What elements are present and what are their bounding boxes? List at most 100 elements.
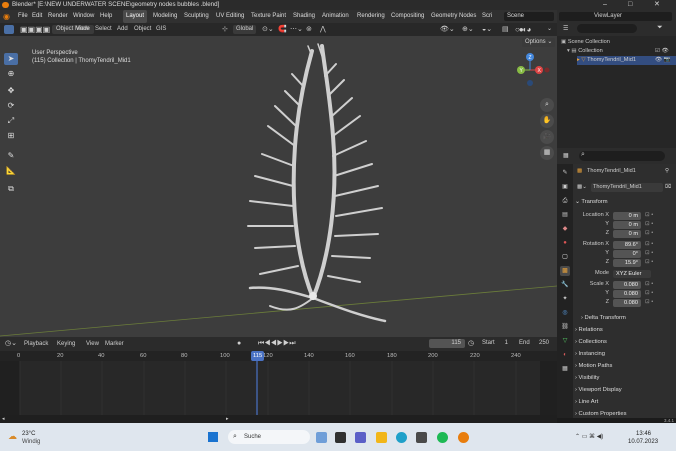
texture-tab-icon[interactable]: ▦ <box>560 364 570 374</box>
rotation-mode-select[interactable]: XYZ Euler <box>613 269 651 278</box>
outliner-search-input[interactable] <box>577 24 637 33</box>
menu-gis[interactable]: GIS <box>156 23 166 36</box>
minimize-button[interactable]: – <box>603 0 607 10</box>
collection-tab-icon[interactable]: ▢ <box>560 252 570 262</box>
line-art-panel[interactable]: › Line Art <box>575 397 673 407</box>
snap-icon[interactable]: 🧲 <box>278 23 287 36</box>
properties-editor-icon[interactable]: ▦ <box>563 152 569 159</box>
particles-tab-icon[interactable]: ✦ <box>560 294 570 304</box>
tab-uv-editing[interactable]: UV Editing <box>213 10 247 23</box>
tab-compositing[interactable]: Compositing <box>388 10 427 23</box>
menu-help[interactable]: Help <box>100 10 112 23</box>
windows-start-icon[interactable] <box>208 432 218 442</box>
menu-marker[interactable]: Marker <box>105 337 124 351</box>
tab-rendering[interactable]: Rendering <box>354 10 388 23</box>
weather-icon[interactable]: ☁ <box>8 431 17 442</box>
menu-timeline-view[interactable]: View <box>86 337 99 351</box>
data-tab-icon[interactable]: ▽ <box>560 336 570 346</box>
select-tool-icon[interactable]: ➤ <box>4 53 18 65</box>
task-view-icon[interactable] <box>335 432 346 443</box>
falloff-icon[interactable]: ⋀ <box>320 23 326 36</box>
file-explorer-icon[interactable] <box>376 432 387 443</box>
outliner-item-collection[interactable]: ▾ ▤ Collection ☑ 👁 <box>567 47 670 56</box>
taskbar-search-input[interactable]: Suche <box>228 430 310 444</box>
scene-selector[interactable]: Scene <box>504 12 554 21</box>
motion-paths-panel[interactable]: › Motion Paths <box>575 361 673 371</box>
zoom-icon[interactable]: ⌕ <box>540 98 554 112</box>
output-tab-icon[interactable]: ⎙ <box>560 196 570 206</box>
bing-icon[interactable] <box>316 432 327 443</box>
menu-select[interactable]: Select <box>95 23 112 36</box>
clock-date[interactable]: 10.07.2023 <box>628 439 658 445</box>
location-y-field[interactable]: 0 m <box>613 220 641 229</box>
menu-render[interactable]: Render <box>48 10 68 23</box>
move-tool-icon[interactable]: ✥ <box>4 85 18 97</box>
instancing-panel[interactable]: › Instancing <box>575 349 673 359</box>
menu-file[interactable]: File <box>18 10 28 23</box>
close-button[interactable]: ✕ <box>654 0 660 10</box>
annotate-tool-icon[interactable]: ✎ <box>4 150 18 162</box>
modifier-tab-icon[interactable]: 🔧 <box>560 280 570 290</box>
measure-tool-icon[interactable]: 📐 <box>4 165 18 177</box>
scale-tool-icon[interactable]: ⤢ <box>4 115 18 127</box>
menu-object[interactable]: Object <box>134 23 151 36</box>
playback-controls[interactable]: ⏮◀◀▶▶⏭ <box>258 337 296 351</box>
outliner-item-scene-collection[interactable]: ▣ Scene Collection <box>561 38 664 47</box>
outliner-item-object[interactable]: ▸ ▽ ThomyTendril_Mid1 👁 📷 <box>577 56 676 65</box>
selection-mode-icons[interactable]: ▣▣▣▣ <box>20 23 50 36</box>
overlay-toggle-icon[interactable]: ◒⌄ <box>482 23 492 36</box>
visibility-icon[interactable]: 👁⌄ <box>440 23 455 36</box>
playhead-label[interactable]: 115 <box>251 351 265 361</box>
physics-tab-icon[interactable]: ◎ <box>560 308 570 318</box>
filter-icon[interactable]: ⏷ <box>657 24 663 32</box>
object-name[interactable]: ThomyTendril_Mid1 <box>587 167 636 176</box>
scroll-left-handle[interactable]: ◂ <box>2 416 5 422</box>
cursor-tool-icon[interactable]: ⊕ <box>4 68 18 80</box>
rotate-tool-icon[interactable]: ⟳ <box>4 100 18 112</box>
edge-icon[interactable] <box>396 432 407 443</box>
ortho-grid-icon[interactable]: ▦ <box>540 146 554 160</box>
delta-transform-panel[interactable]: › Delta Transform <box>581 313 676 323</box>
add-cube-tool-icon[interactable]: ⧉ <box>4 183 18 195</box>
pan-hand-icon[interactable]: ✋ <box>540 114 554 128</box>
scale-y-field[interactable]: 0.080 <box>613 289 641 298</box>
object-tab-icon[interactable]: ▩ <box>560 266 570 276</box>
maximize-button[interactable]: □ <box>628 0 632 10</box>
scale-x-field[interactable]: 0.080 <box>613 280 641 289</box>
menu-window[interactable]: Window <box>73 10 94 23</box>
tab-scripting[interactable]: Scri <box>479 10 495 23</box>
current-frame-field[interactable]: 115 <box>429 339 465 348</box>
rotation-x-field[interactable]: 89.6° <box>613 240 641 249</box>
view-layer-tab-icon[interactable]: ▤ <box>560 210 570 220</box>
object-datablock-field[interactable]: ThomyTendril_Mid1 <box>591 183 663 192</box>
menu-keying[interactable]: Keying <box>57 337 75 351</box>
relations-panel[interactable]: › Relations <box>575 325 673 335</box>
shading-mode-icons[interactable]: ○●◐◕ <box>515 23 531 36</box>
tab-shading[interactable]: Shading <box>290 10 318 23</box>
viewport-display-panel[interactable]: › Viewport Display <box>575 385 673 395</box>
scene-tab-icon[interactable]: ◆ <box>560 224 570 234</box>
tray-icons[interactable]: ⌃ ▭ ⌘ ◀) <box>575 433 603 440</box>
scroll-right-handle[interactable]: ▸ <box>226 416 229 422</box>
snap-target-icon[interactable]: ⋯⌄ <box>290 23 303 36</box>
blender-menu-icon[interactable]: ◉ <box>3 10 10 23</box>
tab-animation[interactable]: Animation <box>319 10 352 23</box>
shading-popover-icon[interactable]: ⌄ <box>547 23 552 36</box>
blender-taskbar-icon[interactable] <box>458 432 469 443</box>
viewlayer-selector[interactable]: ViewLayer <box>559 12 672 21</box>
menu-view[interactable]: View <box>76 23 89 36</box>
tab-modeling[interactable]: Modeling <box>150 10 180 23</box>
timeline-area[interactable] <box>0 361 557 415</box>
proportional-edit-icon[interactable]: ⊚ <box>306 23 312 36</box>
constraints-tab-icon[interactable]: ⛓ <box>560 322 570 332</box>
camera-view-icon[interactable]: 🎥 <box>540 130 554 144</box>
timeline-editor-icon[interactable]: ◷⌄ <box>5 337 17 351</box>
rotation-z-field[interactable]: 15.9° <box>613 258 641 267</box>
navigation-gizmo[interactable]: X Z Y <box>510 52 550 92</box>
tool-tab-icon[interactable]: ✎ <box>560 168 570 178</box>
record-button[interactable]: ● <box>237 337 241 351</box>
render-tab-icon[interactable]: ▣ <box>560 182 570 192</box>
store-icon[interactable] <box>416 432 427 443</box>
menu-playback[interactable]: Playback <box>24 337 48 351</box>
transform-tool-icon[interactable]: ⊞ <box>4 130 18 142</box>
